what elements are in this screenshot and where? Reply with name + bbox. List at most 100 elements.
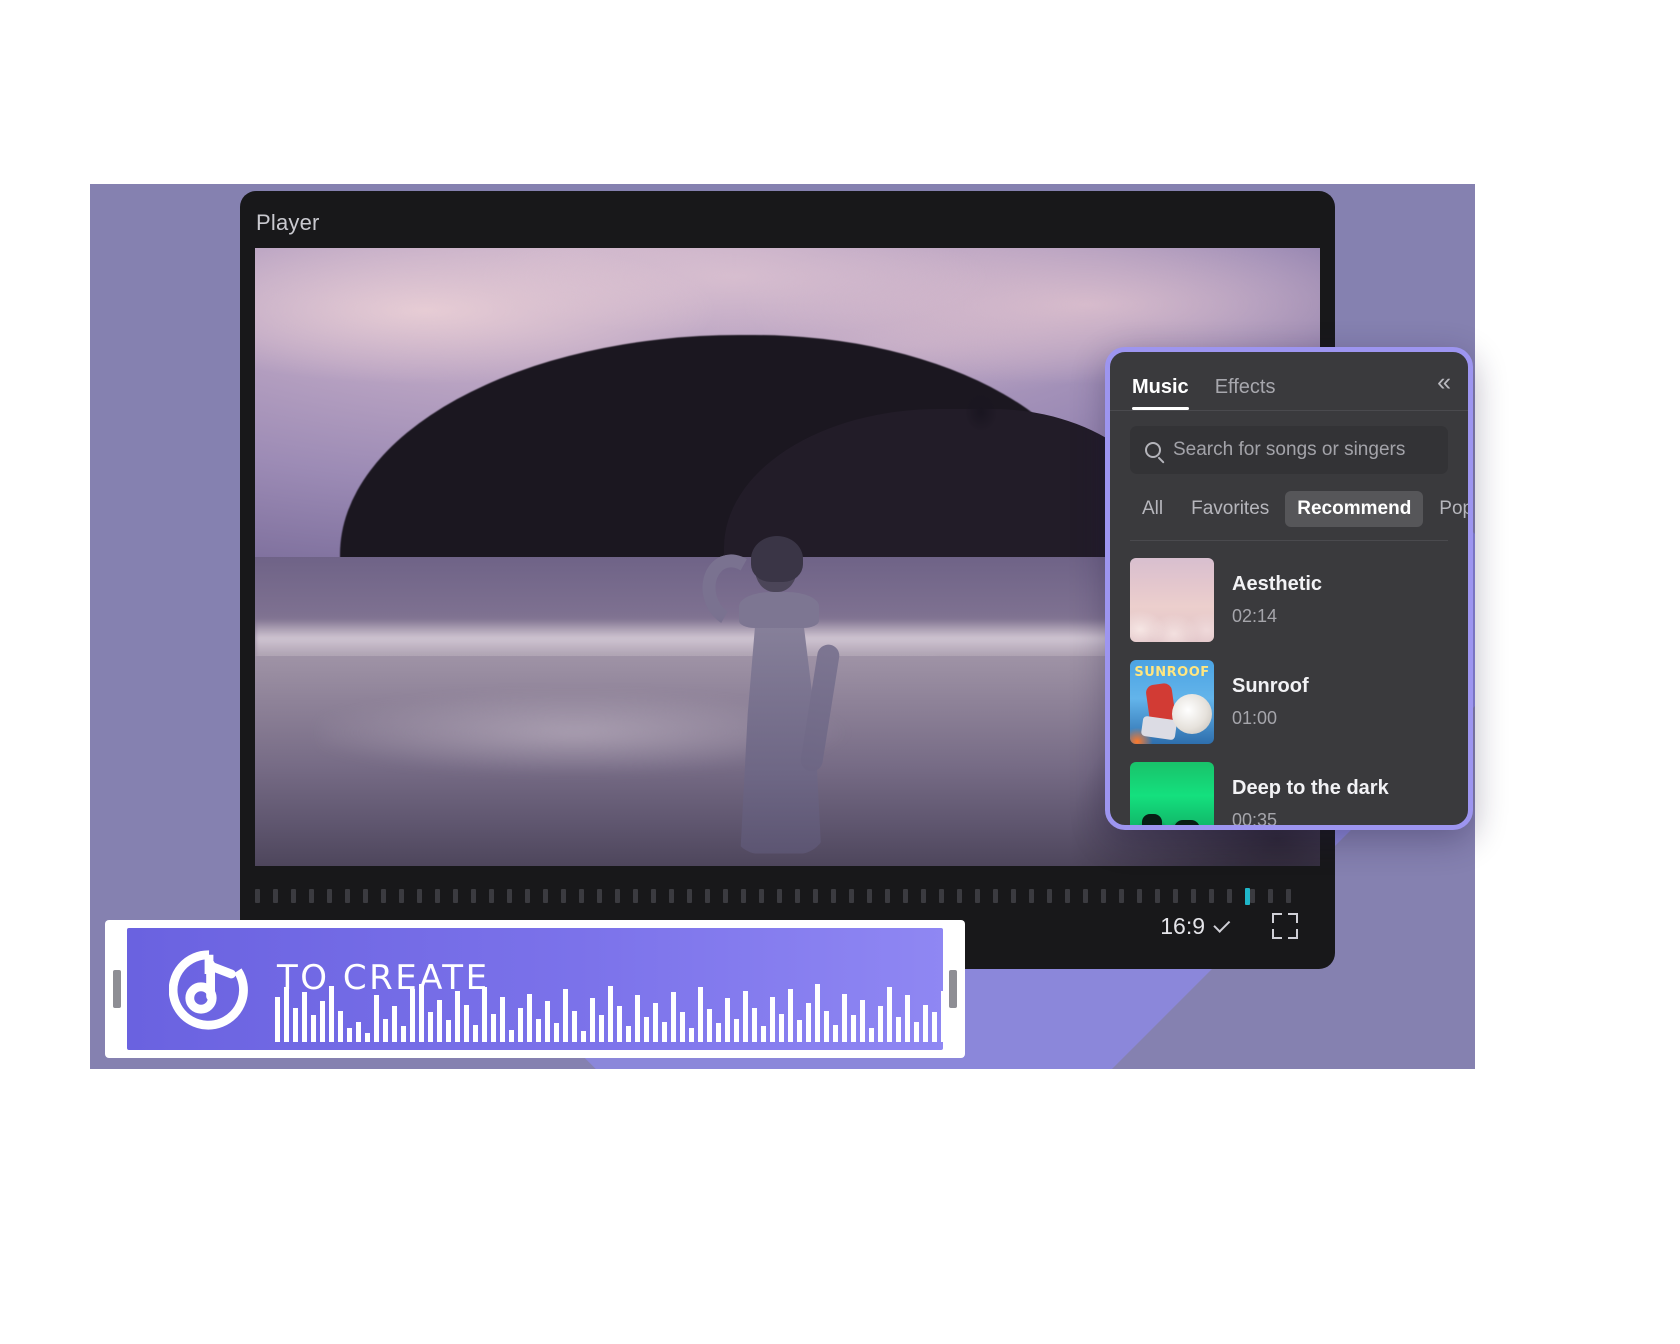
waveform-bar xyxy=(707,1009,712,1042)
clip-trim-handle-left[interactable] xyxy=(113,970,121,1008)
filter-chip-recommend[interactable]: Recommend xyxy=(1285,491,1423,527)
waveform-bar xyxy=(536,1019,541,1042)
waveform-bar xyxy=(590,998,595,1042)
list-item[interactable]: Deep to the dark 00:35 xyxy=(1110,753,1468,830)
collapse-panel-icon[interactable]: « xyxy=(1437,370,1448,395)
waveform-bar xyxy=(311,1015,316,1042)
waveform-bar xyxy=(428,1012,433,1042)
filter-chip-pop[interactable]: Pop xyxy=(1427,491,1468,527)
waveform-bar xyxy=(770,997,775,1042)
waveform-bar xyxy=(419,984,424,1042)
music-panel-tabs: Music Effects « xyxy=(1110,352,1468,410)
waveform-bar xyxy=(914,1022,919,1042)
filter-chip-favorites[interactable]: Favorites xyxy=(1179,491,1281,527)
waveform-bar xyxy=(725,998,730,1042)
screenshot-root: Player xyxy=(0,0,1680,1344)
waveform-bar xyxy=(815,984,820,1042)
song-title: Aesthetic xyxy=(1232,573,1322,596)
waveform-bar xyxy=(293,1008,298,1042)
waveform-bar xyxy=(455,991,460,1042)
page-title: Player xyxy=(256,210,320,236)
tab-music-label: Music xyxy=(1132,376,1189,398)
preview-subject-woman xyxy=(681,508,901,858)
aspect-ratio-button[interactable]: 16:9 xyxy=(1160,913,1230,940)
waveform-bar xyxy=(941,991,943,1042)
song-thumbnail: SUNROOF xyxy=(1130,660,1214,744)
song-meta: Sunroof 01:00 xyxy=(1232,675,1309,729)
filter-chip-all[interactable]: All xyxy=(1130,491,1175,527)
waveform-bar xyxy=(374,995,379,1042)
waveform-bar xyxy=(482,987,487,1042)
waveform-bar xyxy=(635,995,640,1042)
tab-music[interactable]: Music xyxy=(1132,376,1189,410)
waveform-bar xyxy=(788,989,793,1042)
waveform-bar xyxy=(752,1008,757,1042)
waveform-bar xyxy=(689,1028,694,1042)
waveform-bar xyxy=(680,1012,685,1042)
waveform-bar xyxy=(572,1011,577,1042)
music-note-circle-icon xyxy=(169,950,249,1030)
waveform-bar xyxy=(302,992,307,1042)
waveform-bar xyxy=(887,987,892,1042)
search-bar[interactable] xyxy=(1130,426,1448,474)
song-duration: 02:14 xyxy=(1232,606,1322,627)
waveform-bar xyxy=(410,989,415,1042)
audio-clip-card[interactable]: TO CREATE xyxy=(105,920,965,1058)
waveform-bar xyxy=(896,1017,901,1042)
waveform-bar xyxy=(932,1012,937,1042)
waveform-bar xyxy=(599,1015,604,1042)
waveform-bar xyxy=(869,1028,874,1042)
waveform-bar xyxy=(365,1033,370,1042)
aspect-ratio-label: 16:9 xyxy=(1160,913,1205,940)
list-item[interactable]: SUNROOF Sunroof 01:00 xyxy=(1110,651,1468,753)
waveform-bar xyxy=(797,1020,802,1042)
waveform-bar xyxy=(509,1030,514,1042)
waveform-bar xyxy=(662,1022,667,1042)
waveform-bar xyxy=(698,987,703,1042)
waveform-bar xyxy=(923,1005,928,1042)
song-cover-text: SUNROOF xyxy=(1130,665,1214,680)
waveform-bar xyxy=(356,1022,361,1042)
waveform-bar xyxy=(833,1025,838,1042)
waveform-bar xyxy=(671,992,676,1042)
chevron-down-icon xyxy=(1213,915,1230,932)
waveform-bar xyxy=(743,991,748,1042)
song-title: Sunroof xyxy=(1232,675,1309,698)
fullscreen-icon[interactable] xyxy=(1272,913,1298,939)
waveform-bar xyxy=(779,1014,784,1042)
song-duration: 01:00 xyxy=(1232,708,1309,729)
tab-effects[interactable]: Effects xyxy=(1215,376,1276,410)
song-meta: Deep to the dark 00:35 xyxy=(1232,777,1389,830)
clip-trim-handle-right[interactable] xyxy=(949,970,957,1008)
song-thumbnail xyxy=(1130,762,1214,830)
waveform-bar xyxy=(734,1019,739,1042)
waveform-bar xyxy=(338,1011,343,1042)
preview-palm-tree xyxy=(958,384,1004,440)
song-duration: 00:35 xyxy=(1232,810,1389,830)
waveform-bar xyxy=(527,994,532,1042)
audio-waveform xyxy=(275,964,933,1042)
waveform-bar xyxy=(860,1000,865,1042)
song-title: Deep to the dark xyxy=(1232,777,1389,800)
waveform-bar xyxy=(500,997,505,1042)
clip-body[interactable]: TO CREATE xyxy=(127,928,943,1050)
waveform-bar xyxy=(806,1003,811,1042)
search-icon xyxy=(1145,442,1161,458)
waveform-bar xyxy=(518,1008,523,1042)
waveform-bar xyxy=(761,1026,766,1042)
waveform-bar xyxy=(842,994,847,1042)
song-meta: Aesthetic 02:14 xyxy=(1232,573,1322,627)
search-input[interactable] xyxy=(1173,439,1433,461)
waveform-bar xyxy=(437,1000,442,1042)
waveform-bar xyxy=(824,1011,829,1042)
list-item[interactable]: Aesthetic 02:14 xyxy=(1110,549,1468,651)
waveform-bar xyxy=(581,1031,586,1042)
waveform-bar xyxy=(716,1023,721,1042)
waveform-bar xyxy=(617,1006,622,1042)
waveform-bar xyxy=(545,1001,550,1042)
waveform-bar xyxy=(329,986,334,1042)
waveform-bar xyxy=(401,1026,406,1042)
waveform-bar xyxy=(878,1006,883,1042)
waveform-bar xyxy=(608,986,613,1042)
player-titlebar: Player xyxy=(240,191,1335,255)
